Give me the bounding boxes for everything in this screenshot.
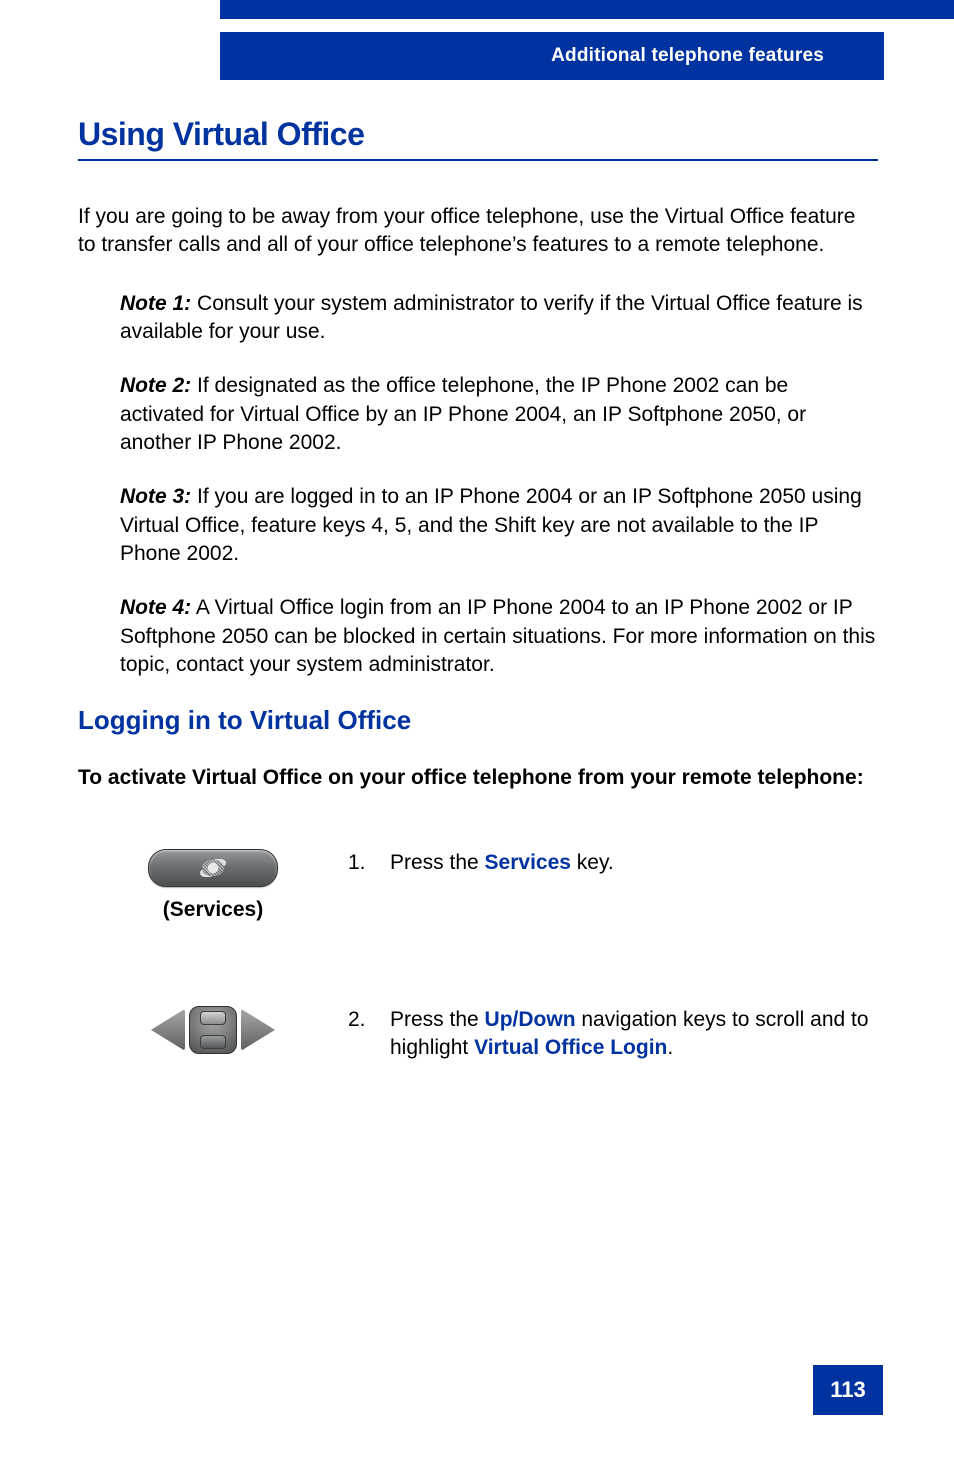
step-1-caption: (Services)	[78, 898, 348, 922]
note-2-label: Note 2:	[120, 374, 191, 397]
heading-rule	[78, 159, 878, 161]
step-1-row: (Services) 1. Press the Services key.	[78, 849, 878, 922]
page-number: 113	[830, 1377, 866, 1403]
step-2-keyword-2: Virtual Office Login	[474, 1036, 667, 1059]
note-4-text: A Virtual Office login from an IP Phone …	[120, 596, 875, 676]
note-3-text: If you are logged in to an IP Phone 2004…	[120, 485, 862, 565]
note-4-label: Note 4:	[120, 596, 191, 619]
step-2-text: Press the Up/Down navigation keys to scr…	[390, 1006, 878, 1063]
step-1-keyword: Services	[485, 851, 571, 874]
step-2-pre: Press the	[390, 1008, 485, 1031]
step-1-figure: (Services)	[78, 849, 348, 922]
note-3: Note 3: If you are logged in to an IP Ph…	[120, 483, 878, 568]
section-title: Additional telephone features	[551, 45, 824, 67]
note-1: Note 1: Consult your system administrato…	[120, 290, 878, 347]
top-bar	[220, 0, 954, 19]
nav-updown-icon	[189, 1006, 237, 1054]
intro-paragraph: If you are going to be away from your of…	[78, 203, 878, 260]
step-1-number: 1.	[348, 849, 390, 877]
step-2-number: 2.	[348, 1006, 390, 1063]
step-2-row: 2. Press the Up/Down navigation keys to …	[78, 1006, 878, 1063]
note-4: Note 4: A Virtual Office login from an I…	[120, 594, 878, 679]
step-1-text: Press the Services key.	[390, 849, 614, 877]
note-1-label: Note 1:	[120, 292, 191, 315]
note-2-text: If designated as the office telephone, t…	[120, 374, 806, 454]
note-3-label: Note 3:	[120, 485, 191, 508]
heading-2: Logging in to Virtual Office	[78, 705, 878, 736]
header-band: Additional telephone features	[220, 32, 884, 80]
step-1-body: 1. Press the Services key.	[348, 849, 878, 877]
note-1-text: Consult your system administrator to ver…	[120, 292, 863, 343]
heading-1: Using Virtual Office	[78, 108, 878, 159]
procedure-lead: To activate Virtual Office on your offic…	[78, 764, 878, 792]
nav-right-icon	[241, 1009, 275, 1051]
step-2-body: 2. Press the Up/Down navigation keys to …	[348, 1006, 878, 1063]
step-2-keyword-1: Up/Down	[485, 1008, 576, 1031]
step-2-post: .	[667, 1036, 673, 1059]
nav-left-icon	[151, 1009, 185, 1051]
note-2: Note 2: If designated as the office tele…	[120, 372, 878, 457]
step-1-post: key.	[571, 851, 614, 874]
step-2-figure	[78, 1006, 348, 1056]
step-1-pre: Press the	[390, 851, 485, 874]
page-content: Using Virtual Office If you are going to…	[78, 108, 878, 1147]
page-number-box: 113	[813, 1365, 883, 1415]
services-key-icon	[148, 849, 278, 887]
nav-keys-icon	[151, 1006, 275, 1054]
